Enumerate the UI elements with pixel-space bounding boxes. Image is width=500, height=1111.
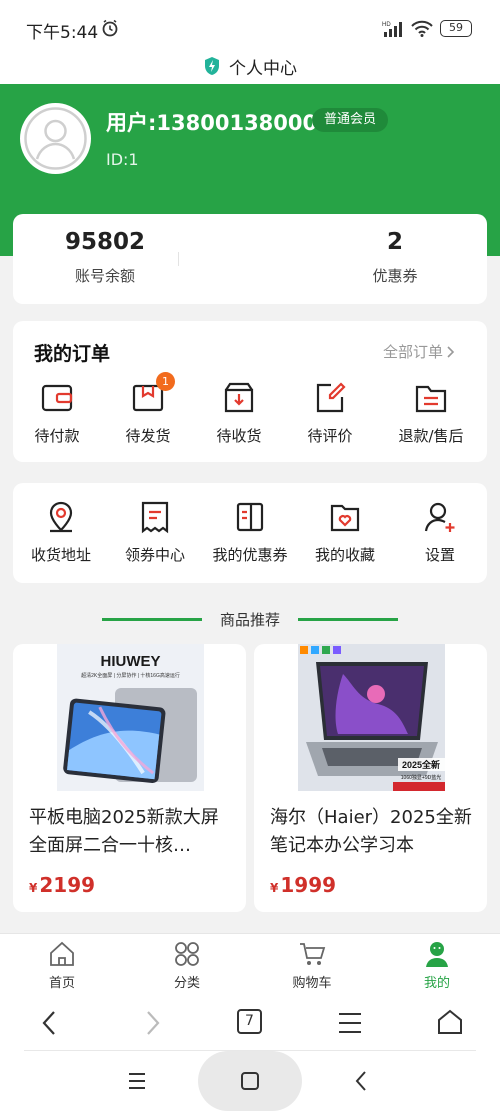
page-title: 个人中心 xyxy=(229,58,297,79)
home-icon xyxy=(50,941,74,966)
service-coupon-center[interactable]: 领券中心 xyxy=(107,500,203,565)
order-label: 待收货 xyxy=(216,427,262,445)
menu-icon[interactable] xyxy=(337,1011,363,1035)
user-settings-icon xyxy=(424,502,455,532)
svg-text:HD: HD xyxy=(382,22,391,28)
tab-label: 购物车 xyxy=(292,976,332,991)
back-icon[interactable] xyxy=(38,1008,62,1038)
tab-count-button[interactable]: 7 xyxy=(237,1009,262,1034)
tab-cart[interactable]: 购物车 xyxy=(262,940,362,991)
currency-symbol: ¥ xyxy=(270,881,279,895)
balance-stat[interactable]: 95802 账号余额 xyxy=(5,229,205,286)
order-refund[interactable]: 退款/售后 xyxy=(383,381,479,446)
status-time: 下午5:44 xyxy=(26,23,99,43)
order-pending-review[interactable]: 待评价 xyxy=(282,381,378,446)
image-sub-text: 1060独显+9D蓝光 xyxy=(401,774,441,781)
price-value: 2199 xyxy=(39,873,96,897)
product-image: HIUWEY 超清2K全面屏 | 分屏协作 | 十核16G高速运行 xyxy=(57,644,204,791)
default-avatar-icon xyxy=(24,107,87,170)
section-line-left xyxy=(101,618,202,621)
service-address[interactable]: 收货地址 xyxy=(13,500,109,565)
review-edit-icon xyxy=(316,382,346,413)
image-tagline-text: 超清2K全面屏 | 分屏协作 | 十核16G高速运行 xyxy=(81,672,180,679)
wallet-icon xyxy=(41,384,73,412)
member-badge: 普通会员 xyxy=(312,108,389,132)
product-price: ¥2199 xyxy=(29,873,95,897)
service-label: 领券中心 xyxy=(124,546,185,564)
all-orders-link[interactable]: 全部订单 xyxy=(383,341,455,362)
browser-home-icon[interactable] xyxy=(436,1008,464,1036)
balance-label: 账号余额 xyxy=(74,267,135,285)
location-pin-icon xyxy=(49,501,73,533)
user-id: ID:1 xyxy=(106,150,139,169)
currency-symbol: ¥ xyxy=(29,881,38,895)
battery-indicator: 59 xyxy=(440,20,472,37)
service-label: 收货地址 xyxy=(30,546,91,564)
profile-icon xyxy=(426,942,448,967)
service-favorites[interactable]: 我的收藏 xyxy=(297,500,393,565)
tab-label: 分类 xyxy=(173,976,200,991)
service-label: 设置 xyxy=(424,546,455,564)
shield-bolt-icon xyxy=(205,57,219,75)
order-pending-shipment[interactable]: 1 待发货 xyxy=(100,372,196,446)
coupon-receipt-icon xyxy=(141,501,169,534)
recommend-section-header: 商品推荐 xyxy=(0,609,500,630)
order-label: 待评价 xyxy=(307,427,353,445)
order-pending-receipt[interactable]: 待收货 xyxy=(191,381,287,446)
recommend-title: 商品推荐 xyxy=(219,611,280,629)
coupon-value: 2 xyxy=(386,229,403,255)
service-label: 我的优惠券 xyxy=(212,546,288,564)
delivery-box-icon xyxy=(224,382,254,413)
product-card[interactable]: HIUWEY 超清2K全面屏 | 分屏协作 | 十核16G高速运行 平板电脑20… xyxy=(13,644,246,912)
order-pending-payment[interactable]: 待付款 xyxy=(9,381,105,446)
shipment-badge: 1 xyxy=(156,372,175,391)
chevron-right-icon xyxy=(447,345,455,358)
recents-icon[interactable] xyxy=(127,1072,147,1090)
user-name: 用户:13800138000 xyxy=(106,111,318,135)
product-image: 2025全新 1060独显+9D蓝光 xyxy=(298,644,445,791)
title-bar: 个人中心 xyxy=(0,48,500,84)
service-settings[interactable]: 设置 xyxy=(392,500,488,565)
wifi-icon xyxy=(411,20,433,37)
product-name: 海尔（Haier）2025全新笔记本办公学习本 xyxy=(270,807,472,856)
tab-category[interactable]: 分类 xyxy=(137,940,237,991)
coupon-book-icon xyxy=(236,502,264,532)
image-badge-text: 2025全新 xyxy=(402,759,440,770)
all-orders-label: 全部订单 xyxy=(383,343,444,361)
balance-value: 95802 xyxy=(64,229,146,255)
service-label: 我的收藏 xyxy=(314,546,375,564)
product-price: ¥1999 xyxy=(270,873,336,897)
image-brand-text: HIUWEY xyxy=(101,653,161,670)
tab-label: 首页 xyxy=(48,976,75,991)
forward-icon[interactable] xyxy=(140,1008,164,1038)
coupon-label: 优惠券 xyxy=(372,267,418,285)
order-label: 待发货 xyxy=(125,427,171,445)
orders-title: 我的订单 xyxy=(34,343,111,365)
signal-icon: HD xyxy=(382,22,402,37)
alarm-icon xyxy=(102,19,118,37)
price-value: 1999 xyxy=(280,873,337,897)
stats-divider xyxy=(178,252,179,266)
product-name: 平板电脑2025新款大屏全面屏二合一十核… xyxy=(29,807,219,856)
coupon-stat[interactable]: 2 优惠券 xyxy=(295,229,495,286)
avatar[interactable] xyxy=(20,103,91,174)
category-grid-icon xyxy=(175,942,199,966)
order-label: 退款/售后 xyxy=(398,427,464,445)
tab-home[interactable]: 首页 xyxy=(12,940,112,991)
section-line-right xyxy=(298,618,398,621)
system-home-icon[interactable] xyxy=(240,1072,260,1090)
product-card[interactable]: 2025全新 1060独显+9D蓝光 海尔（Haier）2025全新笔记本办公学… xyxy=(254,644,487,912)
service-my-coupons[interactable]: 我的优惠券 xyxy=(202,500,298,565)
system-back-icon[interactable] xyxy=(354,1070,368,1092)
cart-icon xyxy=(300,943,326,965)
tab-profile[interactable]: 我的 xyxy=(387,940,487,991)
refund-folder-icon xyxy=(415,385,447,413)
order-label: 待付款 xyxy=(34,427,80,445)
tab-label: 我的 xyxy=(423,976,450,991)
heart-folder-icon xyxy=(330,504,360,532)
